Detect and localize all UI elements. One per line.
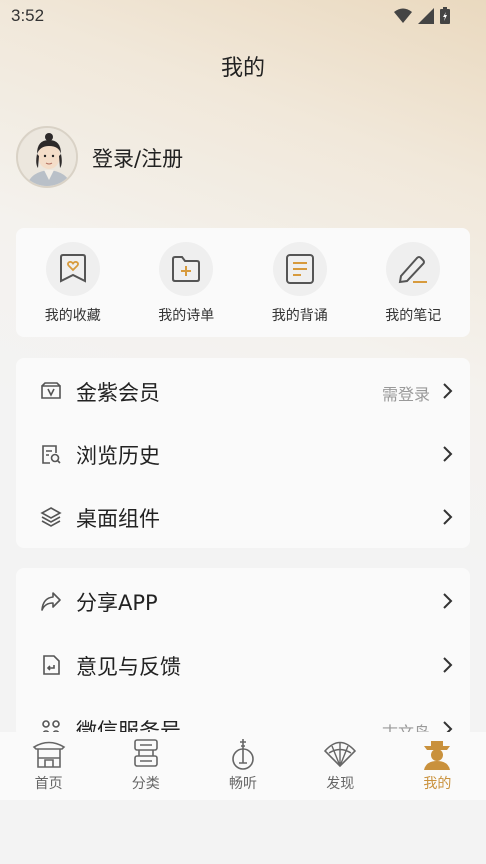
tab-categories[interactable]: 分类 (97, 732, 194, 800)
signal-icon (418, 7, 434, 24)
chevron-right-icon (443, 657, 453, 673)
shortcut-label: 我的收藏 (44, 308, 101, 324)
menu-item-label: 桌面组件 (76, 507, 160, 531)
scholar-avatar-icon (424, 741, 451, 770)
shortcut-poem-list[interactable]: 我的诗单 (130, 228, 244, 337)
tab-mine[interactable]: 我的 (389, 732, 486, 800)
menu-item-label: 浏览历史 (76, 444, 160, 468)
chevron-right-icon (443, 383, 453, 399)
shortcut-favorites[interactable]: 我的收藏 (16, 228, 130, 337)
shortcut-card: 我的收藏 我的诗单 我的背诵 我的笔记 (16, 228, 470, 337)
feedback-icon (43, 655, 60, 675)
chevron-right-icon (443, 593, 453, 609)
tab-label: 首页 (34, 776, 63, 792)
menu-item-label: 金紫会员 (76, 381, 160, 405)
chevron-right-icon (443, 446, 453, 462)
menu-item-vip[interactable]: 金紫会员 需登录 (16, 370, 470, 410)
vip-ticket-icon (41, 382, 61, 399)
menu-item-label: 分享APP (76, 591, 158, 615)
shortcut-label: 我的诗单 (158, 308, 215, 324)
bottom-tab-bar: 首页 分类 畅听 发现 我的 (0, 732, 486, 800)
status-bar: 3:52 (0, 0, 486, 32)
tab-listen[interactable]: 畅听 (194, 732, 291, 800)
wifi-icon (394, 8, 412, 23)
page-title: 我的 (220, 56, 265, 81)
history-search-icon (42, 445, 61, 464)
shortcut-label: 我的背诵 (271, 308, 328, 324)
home-pavilion-icon (32, 741, 65, 768)
menu-item-label: 意见与反馈 (76, 655, 181, 679)
menu-item-feedback[interactable]: 意见与反馈 (16, 644, 470, 684)
tab-label: 我的 (423, 776, 452, 792)
layers-icon (40, 507, 62, 527)
avatar[interactable] (16, 126, 78, 188)
status-time: 3:52 (11, 6, 45, 25)
shortcut-label: 我的笔记 (385, 308, 442, 324)
pipa-icon (232, 739, 254, 770)
menu-item-share[interactable]: 分享APP (16, 580, 470, 620)
tab-home[interactable]: 首页 (0, 732, 97, 800)
shortcut-notes[interactable]: 我的笔记 (357, 228, 471, 337)
scroll-icon (133, 739, 158, 767)
tab-label: 畅听 (229, 776, 257, 792)
menu-item-history[interactable]: 浏览历史 (16, 433, 470, 473)
shortcut-recite[interactable]: 我的背诵 (243, 228, 357, 337)
chevron-right-icon (443, 509, 453, 525)
menu-card-account: 金紫会员 需登录 浏览历史 桌面组件 (16, 358, 470, 548)
bottom-safe-area (0, 800, 486, 864)
tab-label: 分类 (131, 776, 160, 792)
folder-plus-icon (159, 242, 214, 296)
document-lines-icon (272, 242, 327, 296)
share-icon (41, 592, 61, 611)
menu-card-more: 分享APP 意见与反馈 微信服务号 古文岛 (16, 568, 470, 738)
tab-label: 发现 (326, 776, 355, 792)
battery-icon (440, 7, 450, 24)
bookmark-heart-icon (45, 242, 100, 296)
menu-item-hint: 需登录 (381, 385, 430, 404)
tab-discover[interactable]: 发现 (292, 732, 389, 800)
pencil-icon (386, 242, 441, 296)
login-register-link[interactable]: 登录/注册 (92, 143, 183, 173)
menu-item-widgets[interactable]: 桌面组件 (16, 496, 470, 536)
status-icons (394, 7, 450, 24)
fan-icon (324, 741, 357, 768)
